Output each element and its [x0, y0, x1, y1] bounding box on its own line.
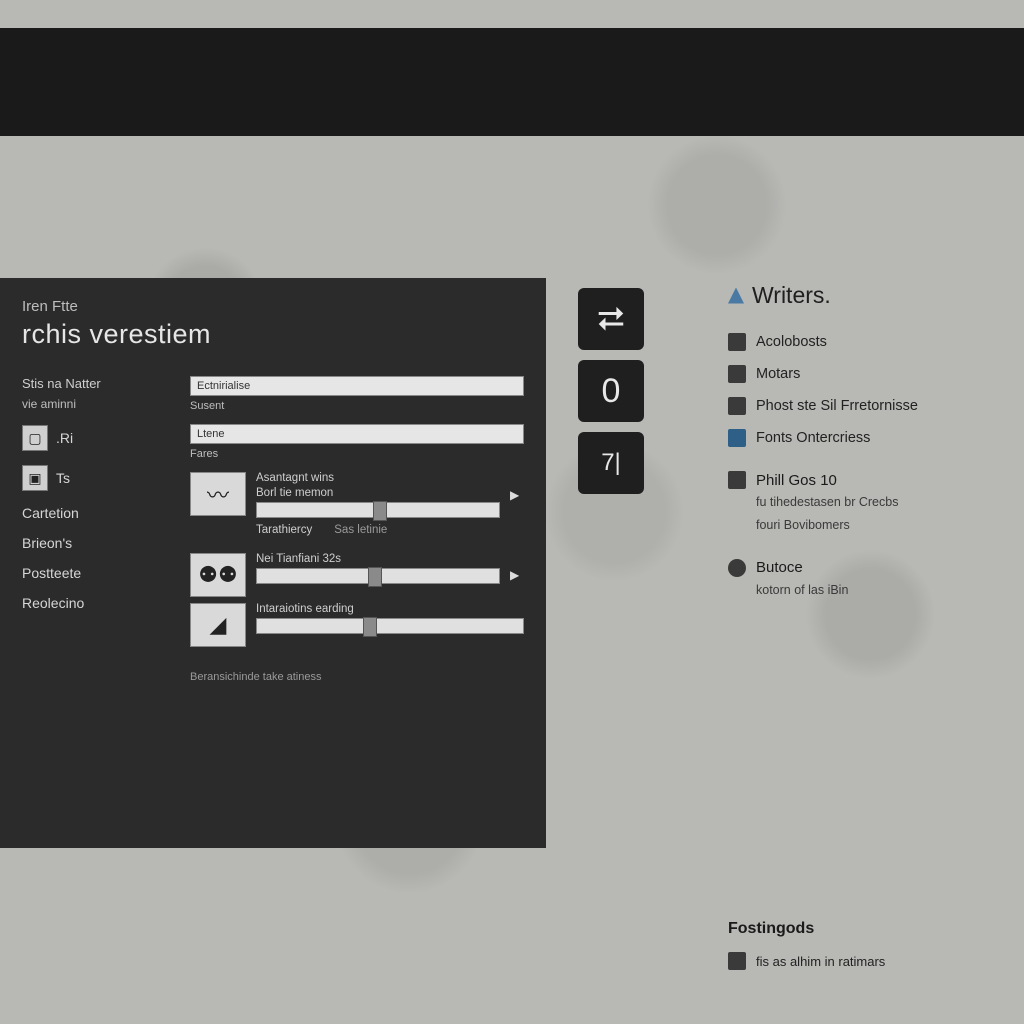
left-label-1: Stis na Natter	[22, 376, 180, 391]
nav-item-4[interactable]: Brieon's	[22, 535, 180, 551]
right-section-2-line1: kotorn of las iBin	[756, 581, 1008, 600]
right-item-2[interactable]: Motars	[728, 365, 1008, 383]
row3-label: Intaraiotins earding	[256, 603, 524, 615]
row1-caption: Borl tie memon	[256, 487, 500, 499]
field-2-caption: Fares	[190, 448, 524, 460]
right-heading: Writers.	[728, 282, 1008, 309]
page-icon	[728, 471, 746, 489]
right-footer-item-label: fis as alhim in ratimars	[756, 954, 885, 969]
panel-subtitle: Iren Ftte	[22, 298, 524, 315]
pin-icon: ◢	[190, 603, 246, 647]
top-bar	[0, 28, 1024, 136]
swap-icon[interactable]: ⮂	[578, 288, 644, 350]
play-icon	[728, 397, 746, 415]
right-item-2-label: Motars	[756, 366, 800, 382]
right-section-1-line1: fu tihedestasen br Crecbs	[756, 493, 1008, 512]
left-label-2: vie aminni	[22, 397, 180, 411]
window-icon: ▢	[22, 425, 48, 451]
settings-panel: Iren Ftte rchis verestiem Stis na Natter…	[0, 278, 546, 848]
panel-form: Susent Fares 〰 Asantagnt wins Borl tie m…	[190, 376, 524, 683]
arrow-right-icon[interactable]: ▶	[510, 488, 524, 502]
devices-icon: ▣	[22, 465, 48, 491]
row1-label: Asantagnt wins	[256, 472, 500, 484]
icon-stack: ⮂ 0 7|	[578, 288, 644, 494]
option-row-1: 〰 Asantagnt wins Borl tie memon ▶	[190, 472, 524, 518]
seven-one-icon[interactable]: 7|	[578, 432, 644, 494]
right-footer: Fostingods fis as alhim in ratimars	[728, 920, 1008, 984]
square-icon	[728, 952, 746, 970]
right-item-4-label: Fonts Ontercriess	[756, 430, 870, 446]
nav-item-2[interactable]: ▣ Ts	[22, 465, 180, 491]
right-section-1-title: Phill Gos 10	[756, 472, 837, 489]
right-item-4[interactable]: Fonts Ontercriess	[728, 429, 1008, 447]
field-1[interactable]	[190, 376, 524, 396]
nav-item-5[interactable]: Postteete	[22, 565, 180, 581]
right-item-3[interactable]: Phost ste Sil Frretornisse	[728, 397, 1008, 415]
right-section-1-line2: fouri Bovibomers	[756, 516, 1008, 535]
blue-square-icon	[728, 429, 746, 447]
wave-icon: 〰	[190, 472, 246, 516]
nav-item-3[interactable]: Cartetion	[22, 505, 180, 521]
globe-icon	[728, 559, 746, 577]
option-row-3: ◢ Intaraiotins earding	[190, 603, 524, 647]
people-icon: ⚉⚉	[190, 553, 246, 597]
grid-icon	[728, 365, 746, 383]
right-section-2[interactable]: Butoce	[728, 559, 1008, 577]
right-item-1-label: Acolobosts	[756, 334, 827, 350]
field-2[interactable]	[190, 424, 524, 444]
panel-title: rchis verestiem	[22, 319, 524, 350]
row3-slider[interactable]	[256, 618, 524, 634]
nav-item-1-label: .Ri	[56, 430, 73, 446]
right-footer-heading: Fostingods	[728, 920, 1008, 938]
panel-left-nav: Stis na Natter vie aminni ▢ .Ri ▣ Ts Car…	[22, 376, 180, 683]
row1b-label: Tarathiercy	[256, 524, 312, 536]
panel-footnote: Beransichinde take atiness	[190, 671, 524, 683]
option-row-2: ⚉⚉ Nei Tianfiani 32s ▶	[190, 553, 524, 597]
right-heading-text: Writers.	[752, 282, 831, 309]
triangle-icon	[728, 288, 744, 304]
field-1-caption: Susent	[190, 400, 524, 412]
right-column: Writers. Acolobosts Motars Phost ste Sil…	[728, 282, 1008, 599]
zero-icon[interactable]: 0	[578, 360, 644, 422]
right-section-2-title: Butoce	[756, 559, 803, 576]
row2-label: Nei Tianfiani 32s	[256, 553, 500, 565]
right-item-3-label: Phost ste Sil Frretornisse	[756, 398, 918, 414]
row2-slider[interactable]	[256, 568, 500, 584]
arrow-right-icon-2[interactable]: ▶	[510, 568, 524, 582]
doc-icon	[728, 333, 746, 351]
nav-item-1[interactable]: ▢ .Ri	[22, 425, 180, 451]
nav-item-6[interactable]: Reolecino	[22, 595, 180, 611]
right-section-1[interactable]: Phill Gos 10	[728, 471, 1008, 489]
row1b-tag: Sas letinie	[334, 524, 387, 536]
right-footer-item[interactable]: fis as alhim in ratimars	[728, 952, 1008, 970]
right-item-1[interactable]: Acolobosts	[728, 333, 1008, 351]
row1-slider[interactable]	[256, 502, 500, 518]
nav-item-2-label: Ts	[56, 470, 70, 486]
